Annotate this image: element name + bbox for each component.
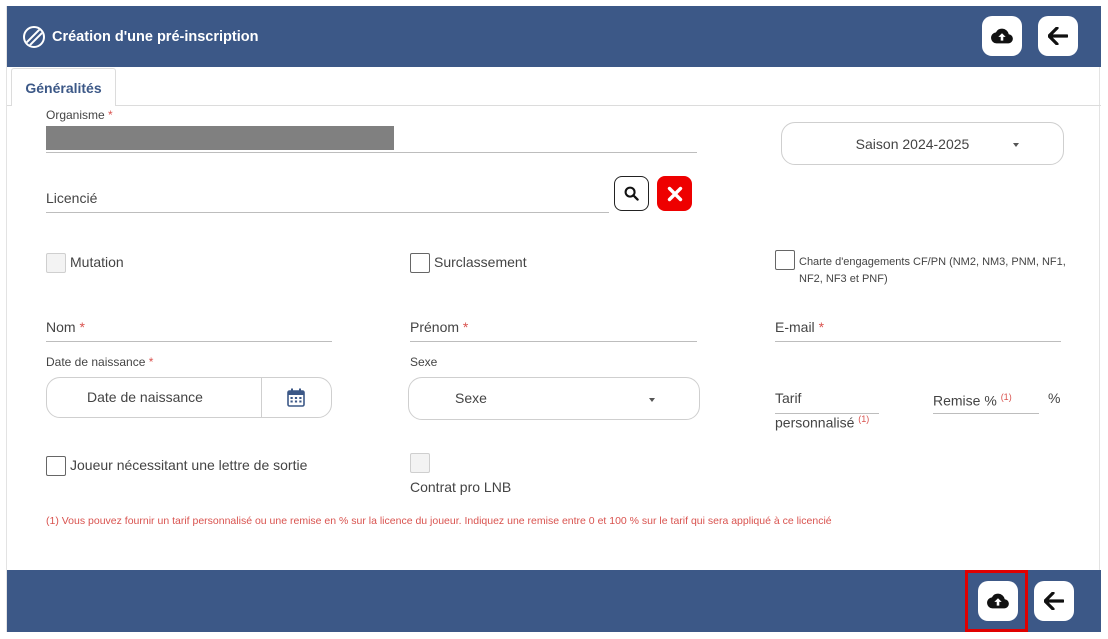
date-naissance-placeholder: Date de naissance bbox=[87, 389, 203, 405]
saison-select-value: Saison 2024-2025 bbox=[855, 135, 970, 152]
footer-back-button[interactable] bbox=[1034, 581, 1074, 621]
contrat-lnb-label: Contrat pro LNB bbox=[410, 479, 512, 495]
page-frame: Création d'une pré-inscription Généralit… bbox=[6, 6, 1101, 632]
tarif-label-line1: Tarif bbox=[775, 390, 802, 406]
page-title: Création d'une pré-inscription bbox=[52, 29, 259, 45]
remise-footnote-ref: (1) bbox=[1000, 392, 1012, 402]
highlight-box bbox=[965, 570, 1028, 632]
date-naissance-input[interactable]: Date de naissance bbox=[46, 377, 332, 418]
back-button[interactable] bbox=[1038, 16, 1078, 56]
email-label-text: E-mail bbox=[775, 319, 815, 335]
required-mark: * bbox=[148, 355, 154, 369]
close-icon bbox=[667, 186, 682, 201]
nom-label: Nom * bbox=[46, 319, 85, 335]
email-label: E-mail * bbox=[775, 319, 824, 335]
arrow-left-icon bbox=[1048, 27, 1068, 45]
remise-label-text: Remise % bbox=[933, 392, 997, 409]
lettre-sortie-label: Joueur nécessitant une lettre de sortie bbox=[70, 457, 308, 473]
tarif-label-line2: personnalisé (1) bbox=[775, 414, 869, 431]
date-naissance-label-text: Date de naissance bbox=[46, 355, 146, 369]
calendar-button[interactable] bbox=[287, 388, 305, 410]
chevron-down-icon bbox=[1013, 143, 1019, 147]
saison-select[interactable]: Saison 2024-2025 bbox=[781, 122, 1064, 165]
search-licencie-button[interactable] bbox=[614, 176, 649, 211]
required-mark: * bbox=[79, 319, 85, 335]
divider bbox=[261, 378, 262, 417]
footer-bar bbox=[7, 570, 1101, 632]
lettre-sortie-checkbox[interactable] bbox=[46, 456, 66, 476]
mutation-label: Mutation bbox=[70, 254, 124, 270]
sexe-label: Sexe bbox=[410, 355, 438, 369]
required-mark: * bbox=[818, 319, 825, 335]
charte-label: Charte d'engagements CF/PN (NM2, NM3, PN… bbox=[799, 256, 1066, 285]
required-mark: * bbox=[462, 319, 469, 335]
clear-licencie-button[interactable] bbox=[657, 176, 692, 211]
organisme-label-text: Organisme bbox=[46, 108, 105, 122]
header-bar: Création d'une pré-inscription bbox=[7, 6, 1101, 67]
arrow-left-icon bbox=[1044, 592, 1064, 610]
nom-field[interactable] bbox=[46, 341, 332, 342]
cloud-upload-icon bbox=[991, 28, 1013, 44]
date-naissance-label: Date de naissance * bbox=[46, 355, 153, 369]
organisme-field[interactable] bbox=[46, 152, 697, 153]
prenom-label: Prénom * bbox=[410, 319, 468, 335]
search-icon bbox=[624, 186, 639, 201]
footnote-text: (1) Vous pouvez fournir un tarif personn… bbox=[46, 515, 832, 527]
licencie-label: Licencié bbox=[46, 190, 98, 206]
organisme-label: Organisme * bbox=[46, 108, 113, 122]
mutation-checkbox[interactable] bbox=[46, 253, 66, 273]
surclassement-label: Surclassement bbox=[434, 254, 527, 270]
save-button[interactable] bbox=[982, 16, 1022, 56]
organisme-value-redacted bbox=[46, 126, 394, 150]
prenom-label-text: Prénom bbox=[410, 319, 460, 335]
prenom-field[interactable] bbox=[410, 341, 697, 342]
tarif-footnote-ref: (1) bbox=[858, 414, 870, 424]
contrat-lnb-checkbox[interactable] bbox=[410, 453, 430, 473]
remise-label: Remise % (1) bbox=[933, 392, 1012, 409]
required-mark: * bbox=[108, 108, 113, 122]
calendar-icon bbox=[287, 388, 305, 407]
sexe-select[interactable]: Sexe bbox=[408, 377, 700, 420]
chevron-down-icon bbox=[649, 398, 655, 402]
logo-icon bbox=[23, 26, 45, 48]
tab-bar: Généralités bbox=[7, 67, 1101, 106]
sexe-select-value: Sexe bbox=[455, 390, 487, 406]
nom-label-text: Nom bbox=[46, 319, 76, 335]
charte-checkbox[interactable] bbox=[775, 250, 795, 270]
surclassement-checkbox[interactable] bbox=[410, 253, 430, 273]
licencie-field[interactable] bbox=[46, 212, 609, 213]
email-field[interactable] bbox=[775, 341, 1061, 342]
remise-field[interactable] bbox=[933, 413, 1039, 414]
tab-generalites[interactable]: Généralités bbox=[11, 68, 116, 106]
remise-unit: % bbox=[1048, 390, 1061, 406]
tarif-label-text: personnalisé bbox=[775, 414, 855, 431]
